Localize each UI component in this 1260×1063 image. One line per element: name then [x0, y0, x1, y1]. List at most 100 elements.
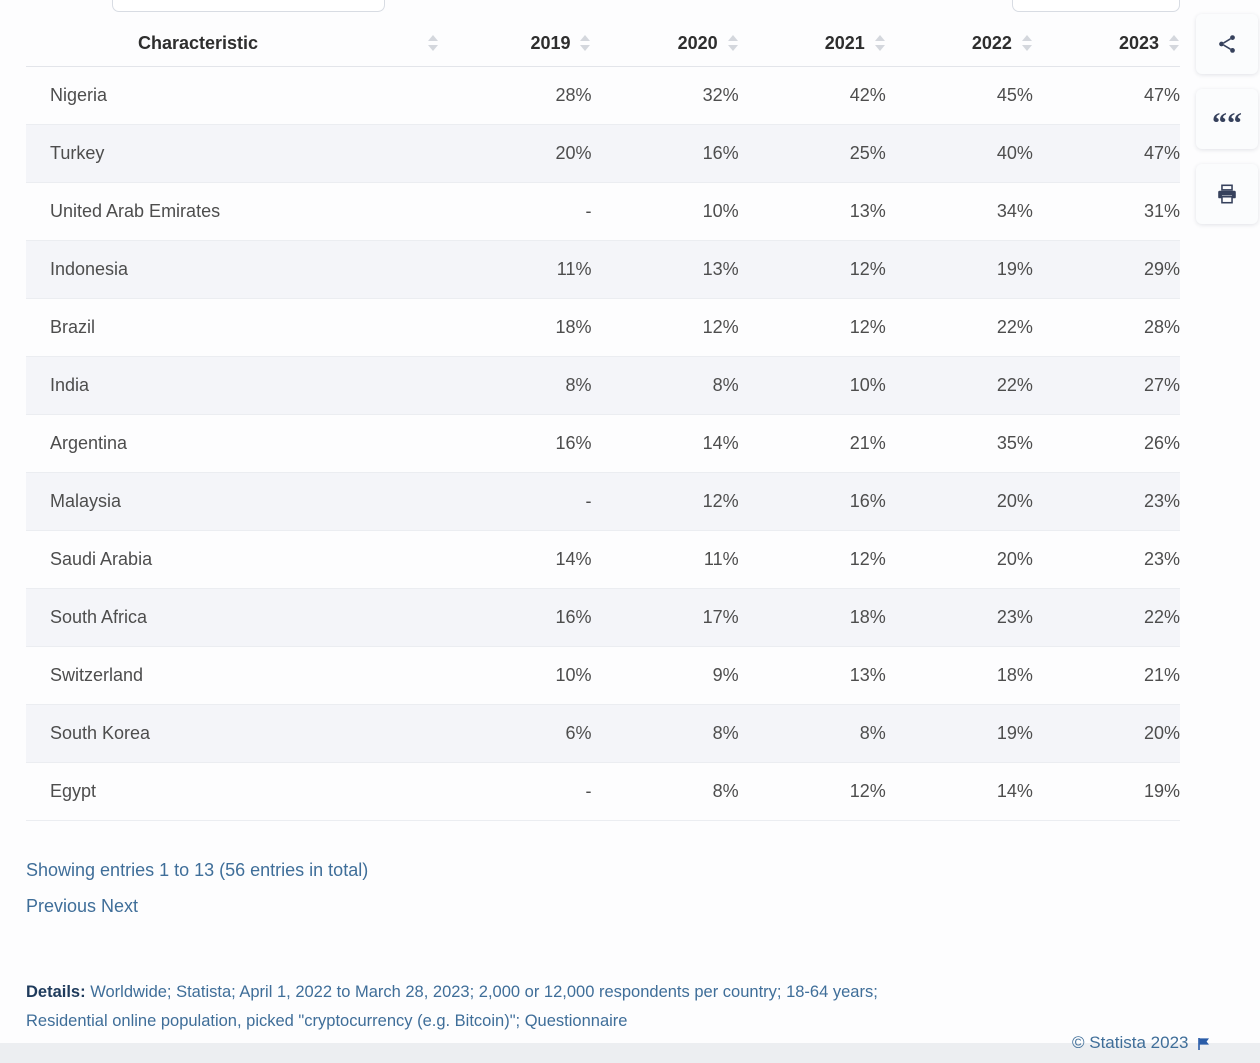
cell-value-2019: 14% [444, 531, 591, 589]
previous-page-link[interactable]: Previous [26, 896, 96, 916]
column-header-label: Characteristic [138, 34, 258, 52]
print-button[interactable] [1196, 164, 1258, 224]
cell-value-2022: 40% [886, 125, 1033, 183]
table-row: South Korea6%8%8%19%20% [26, 705, 1180, 763]
cell-value-2021: 42% [739, 67, 886, 125]
cell-characteristic: Argentina [26, 415, 444, 473]
table-row: Brazil18%12%12%22%28% [26, 299, 1180, 357]
cell-value-2022: 35% [886, 415, 1033, 473]
cell-value-2021: 13% [739, 183, 886, 241]
table-row: Nigeria28%32%42%45%47% [26, 67, 1180, 125]
cell-value-2021: 8% [739, 705, 886, 763]
print-icon [1216, 183, 1238, 205]
cell-value-2022: 20% [886, 531, 1033, 589]
column-header-2021[interactable]: 2021 [739, 34, 886, 67]
cell-characteristic: Brazil [26, 299, 444, 357]
cell-value-2023: 19% [1033, 763, 1180, 821]
column-header-2020[interactable]: 2020 [591, 34, 738, 67]
sort-icon[interactable] [728, 35, 739, 51]
table-row: India8%8%10%22%27% [26, 357, 1180, 415]
table-row: Argentina16%14%21%35%26% [26, 415, 1180, 473]
flag-icon [1197, 1036, 1211, 1050]
cell-value-2020: 12% [591, 473, 738, 531]
details-block: Details: Worldwide; Statista; April 1, 2… [26, 978, 906, 1036]
sort-icon[interactable] [1169, 35, 1180, 51]
table-row: Indonesia11%13%12%19%29% [26, 241, 1180, 299]
cell-value-2019: - [444, 473, 591, 531]
sort-icon[interactable] [1022, 35, 1033, 51]
cell-value-2021: 10% [739, 357, 886, 415]
cell-characteristic: Switzerland [26, 647, 444, 705]
details-text: Worldwide; Statista; April 1, 2022 to Ma… [26, 983, 878, 1030]
sort-icon[interactable] [580, 35, 591, 51]
sort-icon[interactable] [875, 35, 886, 51]
cell-value-2021: 12% [739, 241, 886, 299]
statistic-table-panel: Characteristic 2019 2020 [0, 0, 1185, 1063]
cell-value-2021: 21% [739, 415, 886, 473]
cell-value-2020: 8% [591, 705, 738, 763]
cell-value-2019: 11% [444, 241, 591, 299]
cell-value-2023: 47% [1033, 125, 1180, 183]
cell-value-2022: 19% [886, 705, 1033, 763]
next-page-link[interactable]: Next [101, 896, 138, 916]
cell-value-2019: 10% [444, 647, 591, 705]
sort-icon[interactable] [428, 35, 439, 51]
cell-value-2019: 20% [444, 125, 591, 183]
cell-value-2022: 18% [886, 647, 1033, 705]
table-body: Nigeria28%32%42%45%47%Turkey20%16%25%40%… [26, 67, 1180, 821]
cell-value-2019: 6% [444, 705, 591, 763]
cell-value-2023: 26% [1033, 415, 1180, 473]
cell-value-2020: 12% [591, 299, 738, 357]
bottom-bar [0, 1043, 1260, 1063]
share-icon [1216, 33, 1238, 55]
cell-characteristic: Nigeria [26, 67, 444, 125]
cell-value-2023: 21% [1033, 647, 1180, 705]
column-header-2023[interactable]: 2023 [1033, 34, 1180, 67]
cell-characteristic: South Africa [26, 589, 444, 647]
table-row: South Africa16%17%18%23%22% [26, 589, 1180, 647]
cite-button[interactable]: ““ [1196, 89, 1258, 149]
cell-characteristic: Indonesia [26, 241, 444, 299]
copyright-text: © Statista 2023 [1072, 1033, 1189, 1053]
cell-value-2020: 13% [591, 241, 738, 299]
cell-value-2020: 11% [591, 531, 738, 589]
table-row: Egypt-8%12%14%19% [26, 763, 1180, 821]
cell-value-2020: 10% [591, 183, 738, 241]
cell-value-2021: 12% [739, 763, 886, 821]
cell-value-2023: 23% [1033, 473, 1180, 531]
cell-value-2020: 8% [591, 763, 738, 821]
cell-characteristic: Malaysia [26, 473, 444, 531]
cell-value-2022: 22% [886, 299, 1033, 357]
cell-value-2019: - [444, 763, 591, 821]
cell-value-2021: 25% [739, 125, 886, 183]
cell-value-2023: 20% [1033, 705, 1180, 763]
cell-value-2022: 23% [886, 589, 1033, 647]
cell-value-2019: 16% [444, 415, 591, 473]
share-button[interactable] [1196, 14, 1258, 74]
cell-value-2022: 34% [886, 183, 1033, 241]
cell-value-2023: 27% [1033, 357, 1180, 415]
pagination-controls: Previous Next [26, 897, 138, 915]
cell-value-2020: 32% [591, 67, 738, 125]
cell-characteristic: Turkey [26, 125, 444, 183]
cell-value-2019: 8% [444, 357, 591, 415]
cell-value-2020: 9% [591, 647, 738, 705]
statistic-table: Characteristic 2019 2020 [26, 34, 1180, 821]
cell-value-2023: 22% [1033, 589, 1180, 647]
cell-value-2021: 18% [739, 589, 886, 647]
cell-value-2022: 19% [886, 241, 1033, 299]
cell-value-2023: 28% [1033, 299, 1180, 357]
column-header-2022[interactable]: 2022 [886, 34, 1033, 67]
column-header-characteristic[interactable]: Characteristic [26, 34, 444, 67]
table-row: Saudi Arabia14%11%12%20%23% [26, 531, 1180, 589]
cell-value-2020: 17% [591, 589, 738, 647]
cell-value-2023: 23% [1033, 531, 1180, 589]
cell-characteristic: Egypt [26, 763, 444, 821]
cell-value-2020: 14% [591, 415, 738, 473]
table-row: Switzerland10%9%13%18%21% [26, 647, 1180, 705]
column-header-label: 2022 [972, 34, 1012, 52]
cell-value-2021: 12% [739, 299, 886, 357]
cell-characteristic: South Korea [26, 705, 444, 763]
column-header-2019[interactable]: 2019 [444, 34, 591, 67]
cell-characteristic: Saudi Arabia [26, 531, 444, 589]
